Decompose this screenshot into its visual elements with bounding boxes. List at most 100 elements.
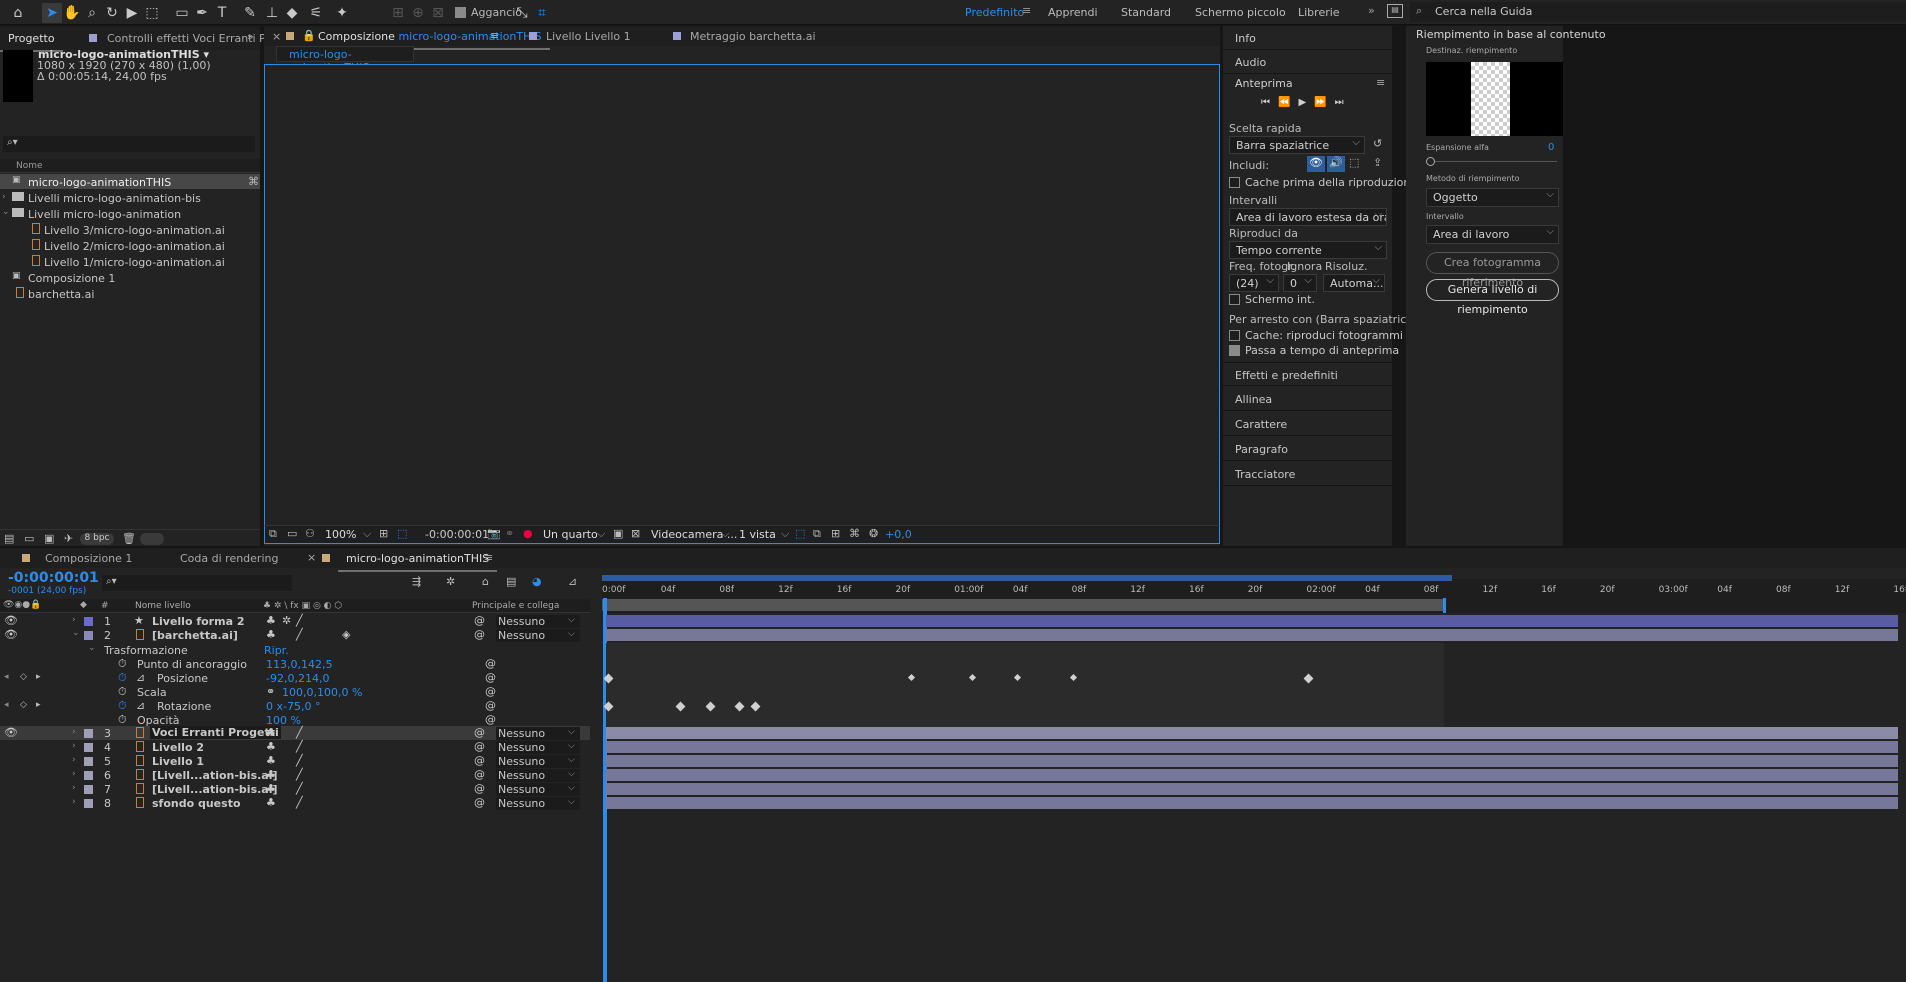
graph-icon[interactable]: ⊿ (136, 699, 145, 712)
section-audio[interactable]: Audio (1223, 50, 1392, 74)
panel-menu-icon[interactable]: ≡ (1376, 76, 1385, 89)
axis-world-icon[interactable]: ⊕ (408, 3, 428, 23)
help-search-input[interactable]: Cerca nella Guida (1435, 5, 1532, 18)
chevron-right-icon[interactable]: › (72, 755, 76, 765)
motion-blur-icon[interactable]: ◕ (532, 575, 542, 588)
shy-icon[interactable]: ♣ (266, 782, 276, 795)
res-dropdown[interactable]: Automa... (1323, 274, 1385, 292)
label-column-icon[interactable]: ◆ (80, 600, 87, 610)
cache-before-option[interactable]: Cache prima della riproduzione (1229, 176, 1417, 189)
parent-dropdown[interactable]: Nessuno ⌵ (496, 615, 580, 628)
section-allinea[interactable]: Allinea (1223, 387, 1392, 411)
quality-icon[interactable]: ╱ (296, 782, 303, 795)
cache-play-checkbox[interactable] (1229, 330, 1240, 341)
layer-duration-bar[interactable] (606, 629, 1898, 641)
brush-tool-icon[interactable]: ✎ (240, 3, 260, 23)
selection-tool-icon[interactable]: ➤ (42, 3, 62, 23)
monitor-icon[interactable]: ▭ (287, 527, 297, 540)
viewer-timecode[interactable]: -0:00:00:01 (425, 528, 489, 541)
viewer-canvas[interactable] (264, 64, 1220, 525)
layer-row[interactable]: › 6 [Livell...ation-bis.ai] ♣ ╱ @ Nessuno ⌵ (0, 768, 590, 782)
fullscreen-option[interactable]: Schermo int. (1229, 293, 1315, 306)
stopwatch-icon[interactable]: ⏱ (118, 713, 127, 727)
pickwhip-icon[interactable]: @ (474, 628, 485, 641)
work-area-end-handle[interactable] (1443, 598, 1446, 613)
layer-row[interactable]: 👁 ⌄ 2 [barchetta.ai] ♣ ╱ ◈ @ Nessuno ⌵ (0, 628, 590, 642)
time-ruler[interactable]: 0:00f 04f 08f 12f 16f 20f 01:00f 04f 08f 12f 16f 20… (602, 575, 1906, 613)
chevron-down-icon[interactable]: ⌄ (72, 628, 80, 638)
workspace-schermo-piccolo[interactable]: Schermo piccolo (1195, 6, 1286, 19)
layer-row[interactable]: › 4 Livello 2 ♣ ╱ @ Nessuno ⌵ (0, 740, 590, 754)
new-composition-icon[interactable]: ▣ (44, 532, 54, 545)
parent-dropdown[interactable]: Nessuno ⌵ (496, 797, 580, 810)
shy-icon[interactable]: ♣ (266, 726, 276, 739)
tab-menu-icon[interactable]: ≡ (490, 29, 499, 42)
layer-duration-bar[interactable] (606, 727, 1898, 739)
quality-icon[interactable]: ╱ (296, 754, 303, 767)
workspace-apprendi[interactable]: Apprendi (1048, 6, 1098, 19)
tab-composizione-1[interactable]: Composizione 1 (45, 552, 132, 565)
generate-fill-layer-button[interactable]: Genera livello di riempimento (1426, 279, 1559, 316)
project-item[interactable]: › Livelli micro-logo-animation-bis (0, 190, 260, 205)
layer-row[interactable]: › 5 Livello 1 ♣ ╱ @ Nessuno ⌵ (0, 754, 590, 768)
chevron-right-icon[interactable]: › (72, 727, 76, 737)
fast-preview-icon[interactable]: ⧉ (813, 527, 821, 541)
layer-name[interactable]: Livello forma 2 (152, 615, 244, 628)
camera-tool-icon[interactable]: ▶ (122, 3, 142, 23)
shy-layers-icon[interactable]: ⌂ (482, 575, 489, 588)
parent-dropdown[interactable]: Nessuno ⌵ (496, 755, 580, 768)
property-row[interactable]: ⏱ Scala ⚭ 100,0,100,0 % @ (0, 685, 590, 699)
graph-icon[interactable]: ⊿ (136, 671, 145, 684)
pickwhip-icon[interactable]: @ (474, 782, 485, 795)
first-frame-icon[interactable]: ⏮ (1261, 97, 1278, 108)
tab-coda-rendering[interactable]: Coda di rendering (180, 552, 278, 565)
shy-icon[interactable]: ♣ (266, 768, 276, 781)
play-from-dropdown[interactable]: Tempo corrente (1229, 241, 1387, 259)
more-workspaces-icon[interactable]: » (1368, 4, 1375, 17)
show-snapshot-icon[interactable]: ⚭ (505, 527, 514, 540)
new-folder-icon[interactable]: ▭ (24, 532, 34, 545)
layer-name[interactable]: [Livell...ation-bis.ai] (152, 783, 278, 796)
pickwhip-icon[interactable]: @ (474, 726, 485, 739)
stopwatch-icon[interactable]: ⏱ (118, 657, 127, 671)
channel-icon[interactable]: ● (523, 527, 533, 540)
next-frame-icon[interactable]: ⏩ (1314, 97, 1334, 108)
alpha-slider-handle[interactable] (1426, 157, 1435, 166)
include-audio-icon[interactable]: 🔊 (1327, 156, 1345, 172)
label-color[interactable] (84, 617, 93, 626)
zoom-tool-icon[interactable]: ⌕ (82, 3, 102, 23)
timeline-icon[interactable]: ⊞ (831, 527, 840, 540)
tab-composizione[interactable]: Composizione micro-logo-animationTHIS (310, 30, 550, 50)
section-carattere[interactable]: Carattere (1223, 412, 1392, 436)
shy-icon[interactable]: ♣ (266, 628, 276, 641)
quality-icon[interactable]: ╱ (296, 768, 303, 781)
pan-behind-tool-icon[interactable]: ⬚ (142, 3, 162, 23)
workspace-predefinito[interactable]: Predefinito (965, 6, 1024, 19)
snap-options-icon[interactable]: ⤡ (512, 3, 532, 23)
alpha-value[interactable]: 0 (1548, 142, 1554, 153)
export-icon[interactable]: ⇪ (1373, 156, 1382, 169)
rectangle-tool-icon[interactable]: ▭ (172, 3, 192, 23)
current-time[interactable]: -0:00:00:01 (8, 570, 99, 586)
bpc-badge[interactable]: 8 bpc (80, 533, 114, 545)
quality-icon[interactable]: ╱ (296, 796, 303, 809)
transparency-grid-icon[interactable]: ⊠ (631, 527, 640, 540)
shy-icon[interactable]: ♣ (266, 614, 276, 627)
clone-stamp-icon[interactable]: ⊥ (262, 3, 282, 23)
prev-keyframe-icon[interactable]: ◂ (4, 672, 9, 682)
parent-dropdown[interactable]: Nessuno ⌵ (496, 629, 580, 642)
tab-metraggio[interactable]: Metraggio barchetta.ai (690, 30, 816, 43)
label-color[interactable] (84, 631, 93, 640)
resolution-dropdown[interactable]: Un quarto (543, 528, 598, 541)
home-icon[interactable]: ⌂ (8, 3, 28, 23)
flowchart-icon[interactable]: ⌘ (248, 175, 259, 188)
pickwhip-icon[interactable]: @ (485, 685, 496, 698)
pickwhip-icon[interactable]: @ (474, 768, 485, 781)
trash-icon[interactable]: 🗑 (122, 532, 136, 545)
col-number[interactable]: # (101, 601, 109, 611)
roto-brush-icon[interactable]: ⚟ (306, 3, 326, 23)
av-features-icon[interactable]: 👁◉●🔒 (3, 600, 41, 610)
method-dropdown[interactable]: Oggetto (1426, 188, 1559, 207)
chevron-right-icon[interactable]: › (2, 192, 6, 202)
chevron-right-icon[interactable]: › (72, 615, 76, 625)
